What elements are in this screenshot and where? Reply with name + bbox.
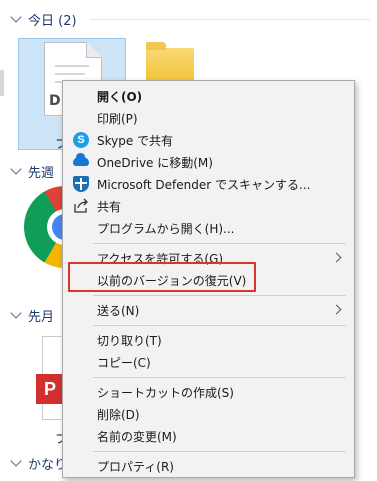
menu-item-label: 開く(O) — [97, 89, 143, 104]
group-header-last-month[interactable]: 先月 — [10, 306, 55, 325]
menu-item-restore-previous-versions[interactable]: 以前のバージョンの復元(V) — [63, 269, 354, 291]
menu-item-label: OneDrive に移動(M) — [97, 155, 213, 170]
menu-item-move-onedrive[interactable]: OneDrive に移動(M) — [63, 151, 354, 173]
chevron-down-icon — [10, 455, 22, 467]
menu-item-label: 以前のバージョンの復元(V) — [97, 273, 247, 288]
menu-item-properties[interactable]: プロパティ(R) — [63, 455, 354, 477]
menu-item-label: プログラムから開く(H)... — [97, 221, 235, 236]
group-header-today[interactable]: 今日 (2) — [10, 10, 77, 29]
folder-icon[interactable] — [146, 42, 194, 84]
menu-item-open[interactable]: 開く(O) — [63, 85, 354, 107]
menu-item-share-skype[interactable]: S Skype で共有 — [63, 129, 354, 151]
menu-item-label: 印刷(P) — [97, 111, 138, 126]
menu-item-cut[interactable]: 切り取り(T) — [63, 329, 354, 351]
chevron-right-icon — [331, 304, 342, 315]
group-header-last-week[interactable]: 先週 — [10, 162, 55, 181]
menu-item-share[interactable]: 共有 — [63, 195, 354, 217]
menu-item-label: 切り取り(T) — [97, 333, 162, 348]
menu-item-label: 送る(N) — [97, 303, 140, 318]
scroll-marker — [0, 70, 4, 96]
menu-item-copy[interactable]: コピー(C) — [63, 351, 354, 373]
menu-item-open-with[interactable]: プログラムから開く(H)... — [63, 217, 354, 239]
divider — [90, 10, 370, 28]
chevron-down-icon — [10, 307, 22, 319]
menu-item-label: 共有 — [97, 199, 122, 214]
menu-separator — [93, 377, 346, 378]
group-header-older[interactable]: かなり — [10, 454, 67, 473]
menu-separator — [93, 325, 346, 326]
menu-item-delete[interactable]: 削除(D) — [63, 403, 354, 425]
group-label: 先週 — [28, 165, 55, 181]
menu-separator — [93, 451, 346, 452]
skype-icon: S — [73, 132, 89, 148]
pdf-badge: P — [36, 374, 64, 404]
menu-item-label: 名前の変更(M) — [97, 429, 177, 444]
menu-item-label: プロパティ(R) — [97, 459, 174, 474]
menu-separator — [93, 243, 346, 244]
share-icon — [73, 198, 89, 214]
defender-shield-icon — [73, 176, 89, 192]
file-type-code: D — [49, 93, 61, 109]
menu-item-label: アクセスを許可する(G) — [97, 251, 224, 266]
menu-item-label: ショートカットの作成(S) — [97, 385, 234, 400]
menu-item-defender-scan[interactable]: Microsoft Defender でスキャンする... — [63, 173, 354, 195]
onedrive-cloud-icon — [73, 153, 89, 166]
chevron-down-icon — [10, 163, 22, 175]
group-label: 今日 (2) — [28, 13, 77, 29]
chevron-right-icon — [331, 252, 342, 263]
context-menu: 開く(O) 印刷(P) S Skype で共有 OneDrive に移動(M) … — [62, 80, 355, 478]
menu-item-label: Skype で共有 — [97, 133, 174, 148]
menu-item-send-to[interactable]: 送る(N) — [63, 299, 354, 321]
menu-separator — [93, 295, 346, 296]
menu-item-give-access[interactable]: アクセスを許可する(G) — [63, 247, 354, 269]
menu-item-label: コピー(C) — [97, 355, 151, 370]
group-label: 先月 — [28, 309, 55, 325]
menu-item-label: Microsoft Defender でスキャンする... — [97, 177, 311, 192]
menu-item-rename[interactable]: 名前の変更(M) — [63, 425, 354, 447]
chevron-down-icon — [10, 11, 22, 23]
menu-item-print[interactable]: 印刷(P) — [63, 107, 354, 129]
menu-item-label: 削除(D) — [97, 407, 140, 422]
menu-item-create-shortcut[interactable]: ショートカットの作成(S) — [63, 381, 354, 403]
